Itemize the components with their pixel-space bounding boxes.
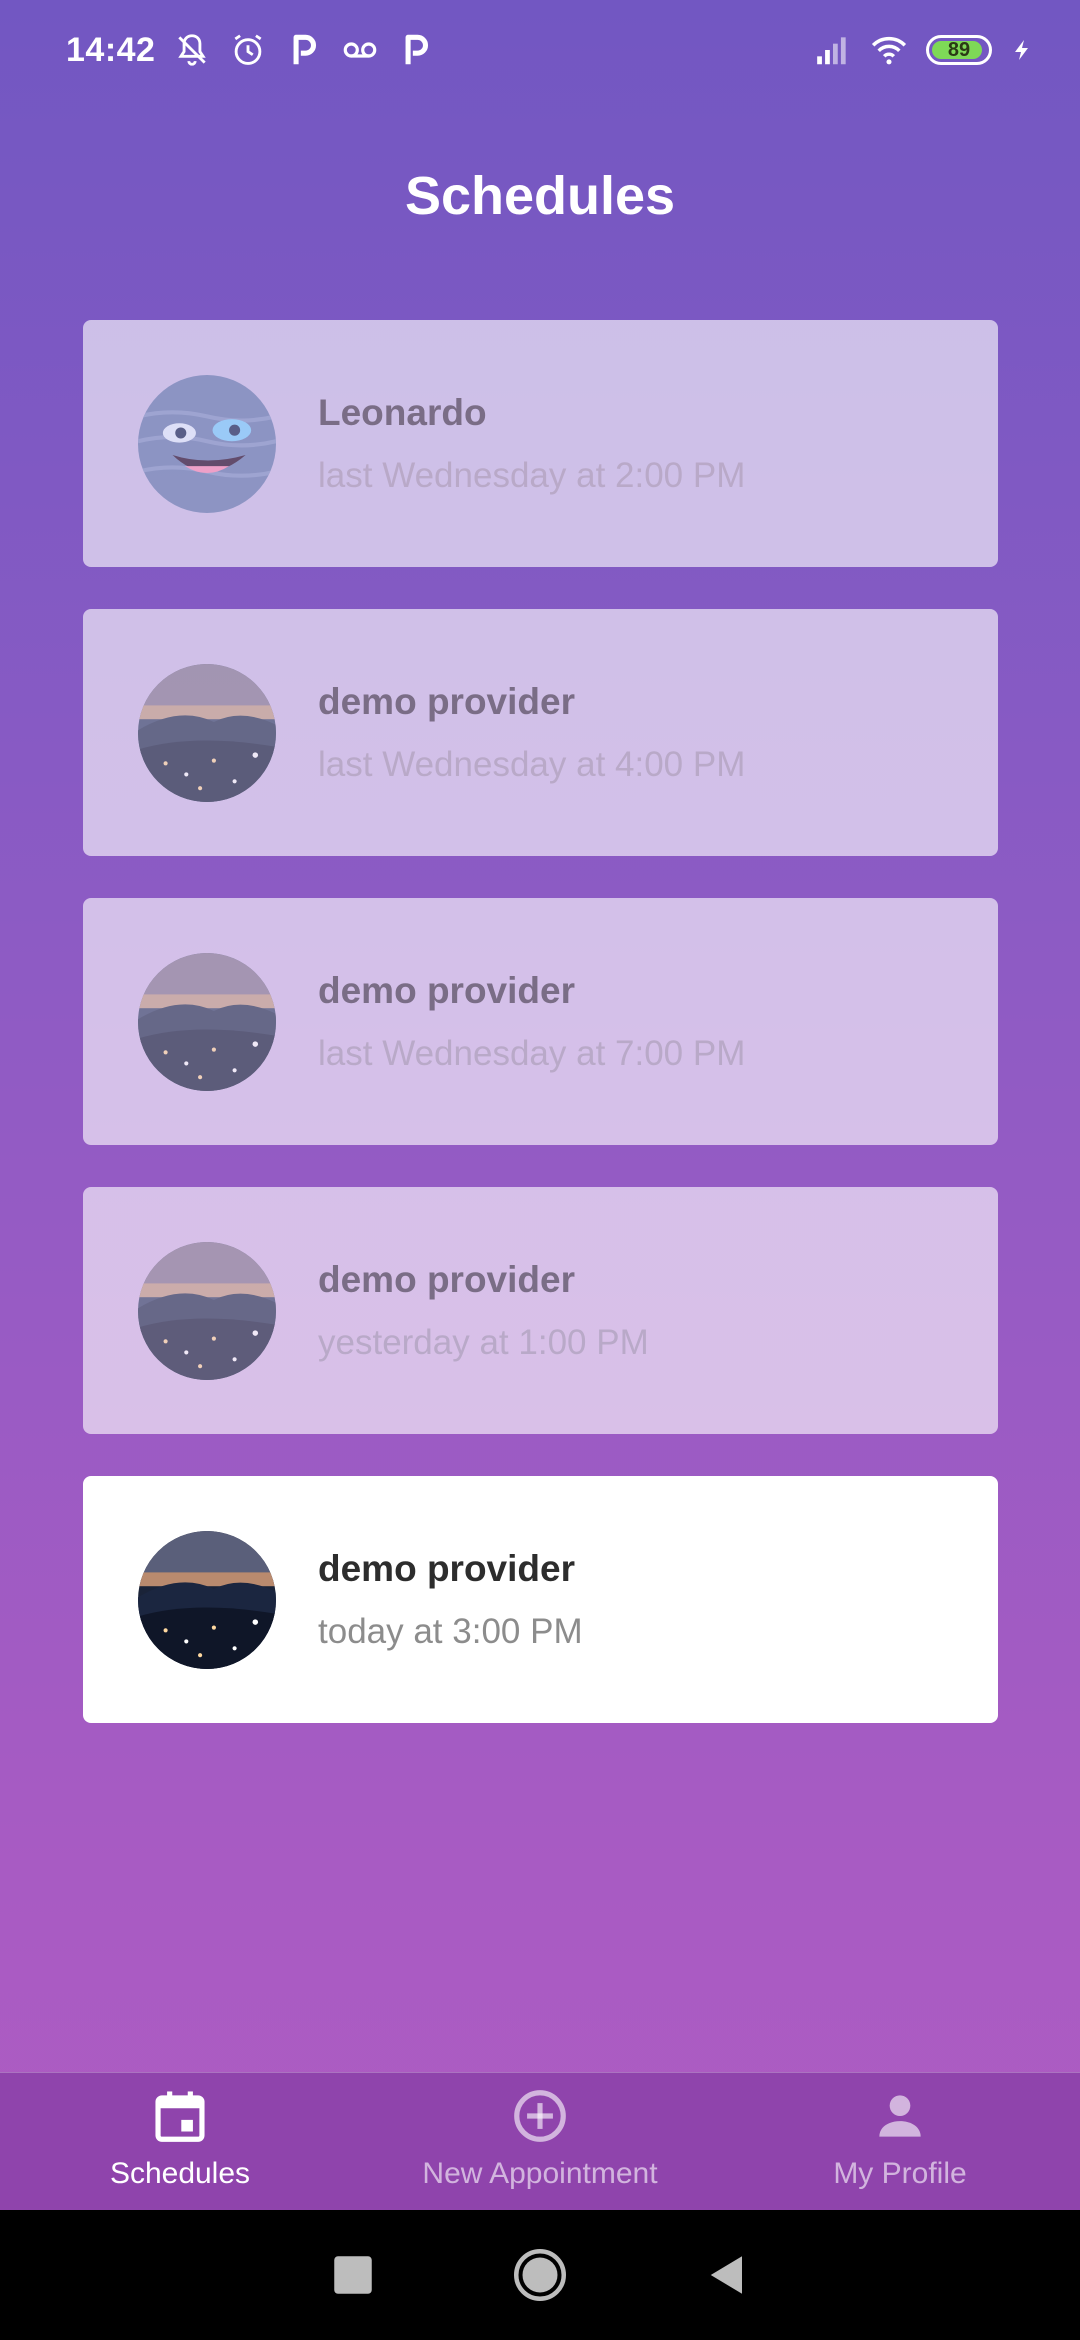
appointment-text: demo provider last Wednesday at 4:00 PM [318, 681, 745, 785]
voicemail-icon [341, 31, 379, 69]
status-time: 14:42 [66, 30, 156, 69]
appointment-text: Leonardo last Wednesday at 2:00 PM [318, 392, 745, 496]
appointment-time: yesterday at 1:00 PM [318, 1322, 649, 1362]
home-button[interactable] [510, 2245, 570, 2305]
bottom-nav: Schedules New Appointment My Profile [0, 2072, 1080, 2210]
page-title: Schedules [404, 166, 676, 226]
battery-icon: 89 [926, 35, 992, 65]
appointment-card[interactable]: demo provider last Wednesday at 4:00 PM [83, 609, 998, 856]
provider-name: demo provider [318, 1547, 575, 1589]
appointment-time: last Wednesday at 7:00 PM [318, 1033, 746, 1073]
appointment-text: demo provider today at 3:00 PM [318, 1548, 583, 1652]
nav-label: Schedules [109, 2157, 251, 2190]
appointment-card[interactable]: demo provider yesterday at 1:00 PM [83, 1187, 998, 1434]
appointment-time: last Wednesday at 4:00 PM [318, 744, 746, 784]
battery-level: 89 [947, 38, 971, 61]
appointment-card[interactable]: demo provider last Wednesday at 7:00 PM [83, 898, 998, 1145]
appointment-text: demo provider yesterday at 1:00 PM [318, 1259, 649, 1363]
charging-icon [1010, 31, 1034, 69]
appointment-time: last Wednesday at 2:00 PM [318, 455, 746, 495]
status-bar: 14:42 89 [0, 0, 1080, 100]
person-icon [869, 2085, 931, 2147]
provider-name: demo provider [318, 680, 575, 722]
cartoon-avatar [138, 374, 276, 513]
provider-name: Leonardo [318, 391, 487, 433]
status-right: 89 [814, 31, 1034, 69]
signal-icon [814, 31, 852, 69]
provider-name: demo provider [318, 969, 575, 1011]
notifications-off-icon [173, 31, 211, 69]
calendar-icon [149, 2085, 211, 2147]
city-night-avatar [138, 663, 276, 802]
p-app-icon [285, 31, 323, 69]
system-nav-bar [0, 2210, 1080, 2340]
recents-button[interactable] [323, 2245, 383, 2305]
p-app-icon [397, 31, 435, 69]
nav-schedules[interactable]: Schedules [0, 2073, 360, 2210]
status-left: 14:42 [66, 31, 435, 70]
nav-my-profile[interactable]: My Profile [720, 2073, 1080, 2210]
nav-label: New Appointment [422, 2157, 658, 2190]
nav-new-appointment[interactable]: New Appointment [360, 2073, 720, 2210]
appointment-text: demo provider last Wednesday at 7:00 PM [318, 970, 745, 1074]
add-circle-icon [509, 2085, 571, 2147]
city-night-avatar [138, 1530, 276, 1669]
nav-label: My Profile [833, 2157, 967, 2190]
back-button[interactable] [697, 2245, 757, 2305]
city-night-avatar [138, 1241, 276, 1380]
appointment-time: today at 3:00 PM [318, 1611, 583, 1651]
alarm-icon [229, 31, 267, 69]
wifi-icon [870, 31, 908, 69]
provider-name: demo provider [318, 1258, 575, 1300]
appointment-card[interactable]: Leonardo last Wednesday at 2:00 PM [83, 320, 998, 567]
appointment-card[interactable]: demo provider today at 3:00 PM [83, 1476, 998, 1723]
city-night-avatar [138, 952, 276, 1091]
appointment-list: Leonardo last Wednesday at 2:00 PM demo … [83, 320, 998, 1765]
